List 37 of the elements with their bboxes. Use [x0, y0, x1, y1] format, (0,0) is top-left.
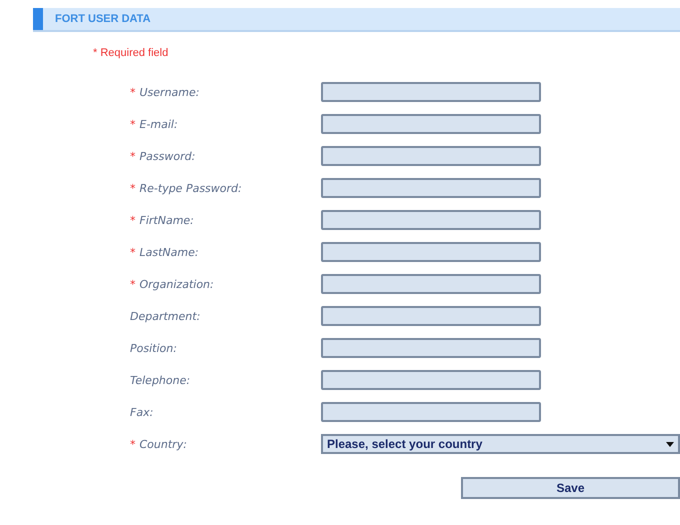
field-label: Username:	[140, 86, 200, 98]
field-label: Fax:	[130, 406, 154, 418]
field-label: Department:	[130, 310, 200, 322]
input-field[interactable]	[321, 402, 541, 422]
header-accent-bar	[33, 8, 43, 30]
field-label: FirtName:	[140, 214, 194, 226]
input-field[interactable]	[321, 306, 541, 326]
required-mark: *	[130, 118, 136, 130]
country-dropdown[interactable]: Please, select your country	[321, 434, 680, 454]
field-label: Re-type Password:	[140, 182, 242, 194]
field-label: Password:	[140, 150, 196, 162]
input-field[interactable]	[321, 146, 541, 166]
field-label: E-mail:	[140, 118, 178, 130]
field-label: LastName:	[140, 246, 199, 258]
input-field[interactable]	[321, 178, 541, 198]
required-mark: *	[130, 246, 136, 258]
field-label: Organization:	[140, 278, 214, 290]
caret-icon	[666, 442, 674, 446]
required-mark: *	[130, 86, 136, 98]
input-field[interactable]	[321, 114, 541, 134]
field-label: Position:	[130, 342, 177, 354]
input-field[interactable]	[321, 242, 541, 262]
required-mark: *	[130, 214, 136, 226]
required-mark: *	[130, 438, 136, 450]
required-mark: *	[130, 182, 136, 194]
save-button[interactable]: Save	[461, 477, 680, 499]
input-field[interactable]	[321, 210, 541, 230]
input-field[interactable]	[321, 370, 541, 390]
required-mark: *	[130, 150, 136, 162]
required-mark: *	[130, 278, 136, 290]
input-field[interactable]	[321, 274, 541, 294]
required-note: * Required field	[93, 47, 170, 61]
field-label: Country:	[140, 438, 187, 450]
section-title: FORT USER DATA	[55, 13, 151, 25]
input-field[interactable]	[321, 338, 541, 358]
field-label: Telephone:	[130, 374, 190, 386]
input-field[interactable]	[321, 82, 541, 102]
